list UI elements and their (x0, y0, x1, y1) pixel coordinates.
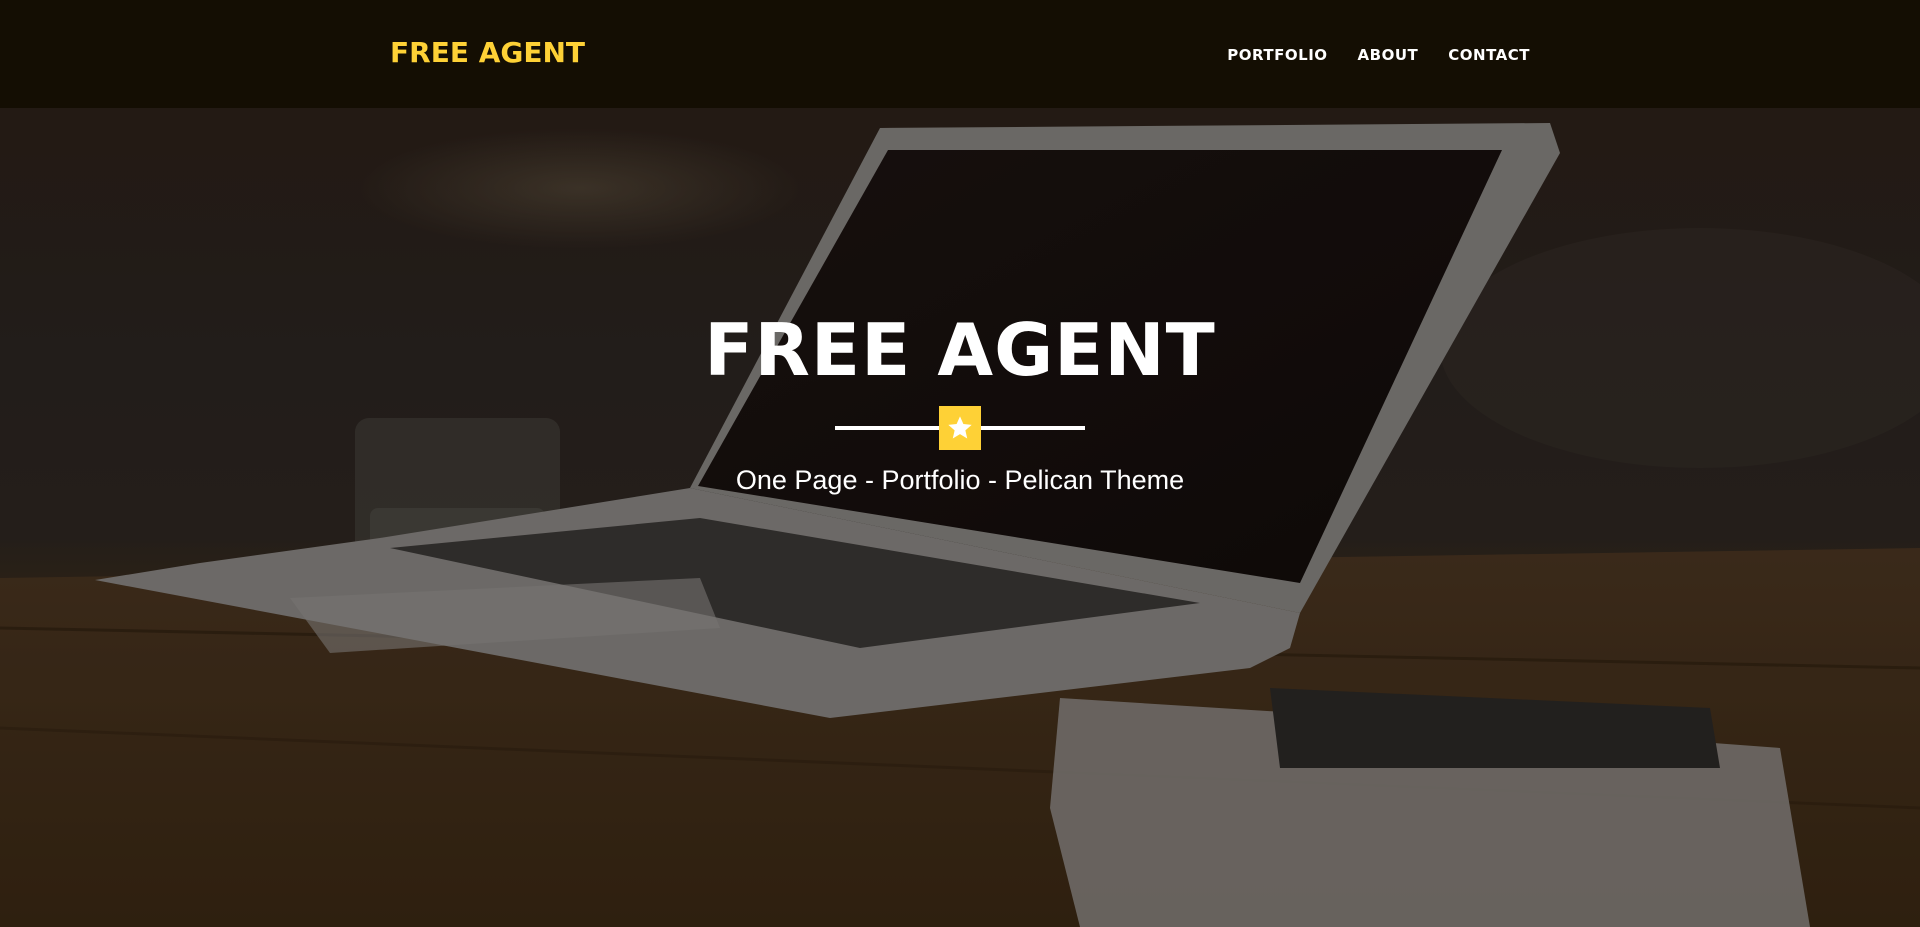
nav-link-about[interactable]: ABOUT (1358, 46, 1419, 64)
brand-logo-link[interactable]: FREE AGENT (390, 36, 585, 69)
nav-link-contact[interactable]: CONTACT (1448, 46, 1530, 64)
hero-dark-overlay (0, 108, 1920, 927)
nav-link-portfolio[interactable]: PORTFOLIO (1227, 46, 1327, 64)
nav-links: PORTFOLIO ABOUT CONTACT (1197, 46, 1530, 64)
hero-header (0, 108, 1920, 927)
top-navbar: FREE AGENT PORTFOLIO ABOUT CONTACT (0, 0, 1920, 108)
